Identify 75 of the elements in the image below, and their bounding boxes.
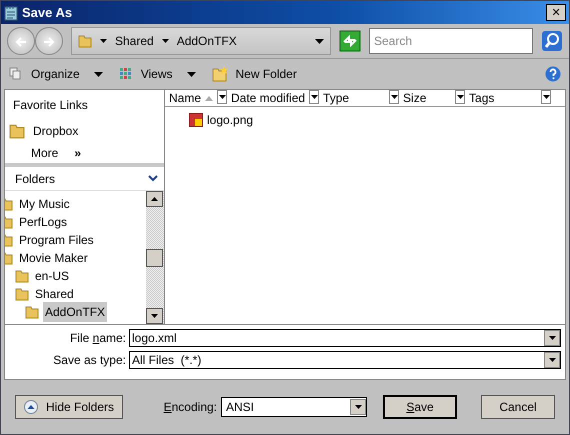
column-dropdown[interactable] (389, 90, 400, 104)
caret-icon (94, 72, 103, 76)
file-item[interactable]: logo.png (165, 111, 565, 129)
tree-item[interactable]: My Music (5, 195, 146, 213)
search-icon[interactable] (541, 30, 563, 52)
caret-icon[interactable] (315, 38, 324, 44)
field-label: File name: (68, 330, 127, 347)
file-name-field[interactable]: logo.xml (129, 329, 561, 347)
pane-heading: Favorite Links (12, 97, 89, 114)
window-title: Save As (22, 4, 74, 22)
dropbox-folder-icon (9, 123, 25, 139)
forward-arrow-icon (42, 34, 56, 49)
address-bar[interactable]: Shared AddOnTFX (71, 27, 331, 55)
pages-icon (9, 67, 23, 81)
newfolder-button[interactable]: New Folder (212, 65, 297, 83)
scrollbar[interactable] (146, 191, 164, 324)
breadcrumb-item[interactable]: AddOnTFX (176, 32, 237, 50)
caret-icon[interactable] (162, 39, 169, 43)
hide-folders-button[interactable]: Hide Folders (15, 395, 124, 419)
forward-button[interactable] (35, 27, 63, 55)
refresh-icon[interactable] (339, 30, 361, 52)
dialog-button[interactable]: Cancel (481, 395, 555, 419)
breadcrumb-item[interactable]: Shared (115, 32, 154, 50)
grid-icon (118, 67, 133, 81)
caret-icon[interactable] (100, 39, 107, 43)
notepad-icon (4, 4, 18, 20)
dropdown-button[interactable] (544, 352, 560, 368)
tree-item[interactable]: PerfLogs (5, 213, 146, 231)
organize-button[interactable]: Organize (9, 65, 103, 83)
favorite-link[interactable]: Dropbox (5, 122, 164, 140)
help-icon[interactable] (545, 66, 561, 82)
folder-icon (78, 34, 92, 48)
dropdown-button[interactable] (350, 399, 366, 415)
caret-icon (218, 95, 226, 99)
field-label: Save as type: (52, 352, 127, 369)
back-button[interactable] (7, 27, 35, 55)
tree-item[interactable]: Movie Maker (5, 249, 146, 267)
views-button[interactable]: Views (118, 65, 196, 83)
caret-icon (390, 95, 398, 99)
scroll-thumb[interactable] (146, 248, 163, 266)
pane-heading: Folders (15, 170, 56, 188)
tree-item[interactable]: Program Files (5, 231, 146, 249)
more-link[interactable]: More (31, 144, 58, 162)
folder-icon (15, 269, 29, 283)
scroll-down-button[interactable] (146, 308, 163, 324)
chevron-icon[interactable] (148, 175, 158, 182)
search-field[interactable]: Search (369, 28, 533, 54)
caret-icon (548, 336, 556, 340)
image-file-icon (189, 113, 203, 127)
caret-icon (456, 95, 464, 99)
dropdown-button[interactable] (544, 330, 560, 346)
caret-icon (186, 72, 196, 76)
caret-icon (542, 95, 550, 99)
back-arrow-icon (14, 34, 28, 49)
new-folder-icon (212, 66, 228, 82)
encoding-dropdown[interactable]: ANSI (221, 397, 367, 417)
folder-icon (15, 287, 29, 301)
up-arrow-icon (151, 197, 158, 201)
scroll-up-button[interactable] (146, 191, 163, 207)
down-arrow-icon (151, 314, 158, 318)
caret-icon (548, 358, 556, 362)
field-label: Encoding: (164, 399, 217, 416)
column-dropdown[interactable] (217, 90, 227, 104)
close-button[interactable]: ✕ (546, 4, 566, 21)
folder-icon (25, 305, 39, 319)
chevron-icon[interactable]: » (74, 144, 82, 162)
tree-item[interactable]: en-US (5, 267, 146, 285)
file-type-dropdown[interactable]: All Files (*.*) (129, 351, 561, 369)
column-dropdown[interactable] (541, 90, 552, 104)
dialog-button[interactable]: Save (383, 395, 457, 419)
tree-item[interactable]: Shared (5, 285, 146, 303)
column-dropdown[interactable] (455, 90, 466, 104)
column-dropdown[interactable] (309, 90, 320, 104)
caret-icon (310, 95, 318, 99)
caret-icon (354, 405, 362, 409)
